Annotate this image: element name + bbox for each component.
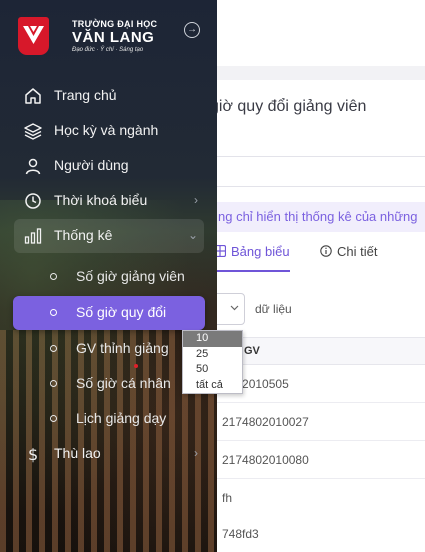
university-logo: [18, 17, 49, 55]
sidebar-subitem-teaching-schedule[interactable]: Lịch giảng dạy: [13, 402, 205, 436]
sidebar-item-label: Học kỳ và ngành: [54, 122, 159, 138]
user-icon: [25, 158, 41, 175]
sidebar-subitem-visiting-lecturers[interactable]: GV thỉnh giảng: [13, 332, 205, 366]
chevron-right-icon: ›: [194, 193, 198, 207]
sidebar-item-label: Thống kê: [54, 227, 113, 243]
circle-icon: [50, 415, 57, 422]
sidebar-subitem-converted-hours[interactable]: Số giờ quy đổi: [13, 296, 205, 330]
sidebar-subitem-label: Số giờ giảng viên: [76, 268, 185, 284]
sidebar-item-label: Thời khoá biểu: [54, 192, 148, 208]
sidebar-item-label: Trang chủ: [54, 87, 117, 103]
sidebar-item-label: Người dùng: [54, 157, 129, 173]
chevron-right-icon: ›: [194, 446, 198, 460]
column-header: GV: [244, 345, 260, 357]
info-icon: [320, 245, 332, 257]
sidebar-subitem-label: Số giờ cá nhân: [76, 375, 171, 391]
page-length-label: dữ liệu: [255, 302, 292, 316]
sidebar-subitem-label: Số giờ quy đổi: [76, 304, 167, 320]
sidebar-item-timetable[interactable]: Thời khoá biểu ›: [14, 184, 204, 218]
tab-table[interactable]: Bảng biểu: [214, 244, 290, 272]
table-cell: fh: [222, 491, 233, 505]
sidebar-subitem-personal-hours[interactable]: Số giờ cá nhân: [13, 367, 205, 401]
dollar-icon: $: [28, 445, 38, 463]
table-cell: 748fd3: [222, 527, 259, 541]
circle-icon: [50, 345, 57, 352]
sidebar-subitem-lecturer-hours[interactable]: Số giờ giảng viên: [13, 260, 205, 294]
circle-icon: [50, 380, 57, 387]
tab-label: Bảng biểu: [231, 244, 290, 259]
brand-tagline: Đạo đức · Ý chí · Sáng tạo: [72, 47, 144, 53]
sidebar-item-home[interactable]: Trang chủ: [14, 79, 204, 113]
page-length-dropdown[interactable]: 10 25 50 tất cả: [182, 330, 243, 394]
sidebar-item-statistics[interactable]: Thống kê ⌄: [14, 219, 204, 253]
chevron-down-icon: [230, 305, 239, 311]
brand-name: VĂN LANG: [72, 29, 155, 46]
dropdown-option[interactable]: tất cả: [183, 378, 242, 394]
sidebar-item-remuneration[interactable]: $ Thù lao ›: [14, 437, 204, 471]
circle-icon: [50, 309, 57, 316]
sidebar-item-semesters[interactable]: Học kỳ và ngành: [14, 114, 204, 148]
circle-icon: [50, 273, 57, 280]
chevron-down-icon: ⌄: [187, 228, 198, 242]
table-cell: 2174802010080: [222, 453, 309, 467]
brand-subtitle: TRƯỜNG ĐẠI HỌC: [72, 19, 158, 29]
dropdown-option[interactable]: 50: [183, 362, 242, 378]
arrow-circle-right-icon[interactable]: →: [184, 22, 200, 38]
table-cell: 2174802010027: [222, 415, 309, 429]
svg-text:$: $: [28, 445, 38, 463]
layers-icon: [24, 123, 42, 140]
tab-detail[interactable]: Chi tiết: [320, 244, 377, 272]
mouse-cursor-dot: [134, 364, 138, 368]
sidebar-item-users[interactable]: Người dùng: [14, 149, 204, 183]
sidebar-subitem-label: GV thỉnh giảng: [76, 340, 169, 356]
dropdown-option[interactable]: 25: [183, 347, 242, 363]
sidebar-subitem-label: Lịch giảng dạy: [76, 410, 167, 426]
bar-chart-icon: [24, 228, 42, 244]
sidebar-item-label: Thù lao: [54, 445, 101, 461]
dropdown-option[interactable]: 10: [183, 331, 242, 347]
home-icon: [25, 88, 41, 104]
clock-icon: [25, 193, 41, 209]
tab-label: Chi tiết: [337, 244, 378, 259]
sidebar: TRƯỜNG ĐẠI HỌC VĂN LANG Đạo đức · Ý chí …: [0, 0, 217, 552]
page-title: giờ quy đổi giảng viên: [210, 98, 367, 115]
